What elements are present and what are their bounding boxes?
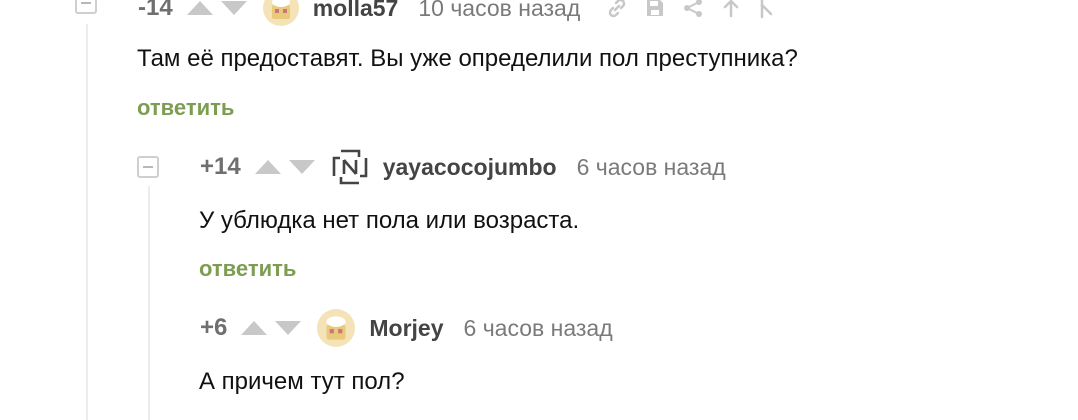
default-avatar-icon [262,0,299,26]
default-avatar-icon [317,309,356,347]
save-icon[interactable] [644,0,666,19]
comment-header: -14 molla57 10 часов назад [138,0,774,28]
avatar[interactable] [317,309,356,347]
share-icon[interactable] [682,0,704,19]
username[interactable]: yayacocojumbo [383,154,557,181]
thread-line-level-2 [148,186,150,420]
vote-controls [253,158,317,176]
timestamp[interactable]: 6 часов назад [577,154,726,181]
vote-down-icon[interactable] [287,158,317,176]
reply-button[interactable]: ответить [199,256,296,282]
comment-header: +6 Morjey 6 часов назад [200,308,613,348]
comment-rating: +6 [200,314,228,341]
vote-down-icon[interactable] [219,0,249,17]
comment-text: А причем тут пол? [199,368,405,395]
collapse-button[interactable] [75,0,97,14]
avatar[interactable] [331,148,369,186]
reply-button[interactable]: ответить [137,95,234,121]
vote-controls [185,0,249,17]
vote-down-icon[interactable] [273,319,303,337]
branch-icon[interactable] [758,0,774,19]
comment-tools [606,0,774,19]
arrow-up-icon[interactable] [720,0,742,19]
vote-up-icon[interactable] [185,0,215,17]
vote-up-icon[interactable] [239,319,269,337]
thread-line-level-1 [86,24,88,420]
username[interactable]: molla57 [313,0,399,22]
comment-rating: -14 [138,0,173,21]
comment-text: У ублюдка нет пола или возраста. [199,207,580,234]
comment-text: Там её предоставят. Вы уже определили по… [137,45,798,72]
comment-header: +14 yayacocojumbo 6 часов назад [200,147,726,187]
comment-rating: +14 [200,153,241,180]
collapse-button[interactable] [137,156,159,178]
timestamp[interactable]: 6 часов назад [464,315,613,342]
vote-controls [239,319,303,337]
username[interactable]: Morjey [369,315,443,342]
vote-up-icon[interactable] [253,158,283,176]
timestamp[interactable]: 10 часов назад [418,0,580,22]
avatar[interactable] [262,0,299,26]
link-icon[interactable] [606,0,628,19]
rammstein-logo-avatar-icon [332,149,368,185]
